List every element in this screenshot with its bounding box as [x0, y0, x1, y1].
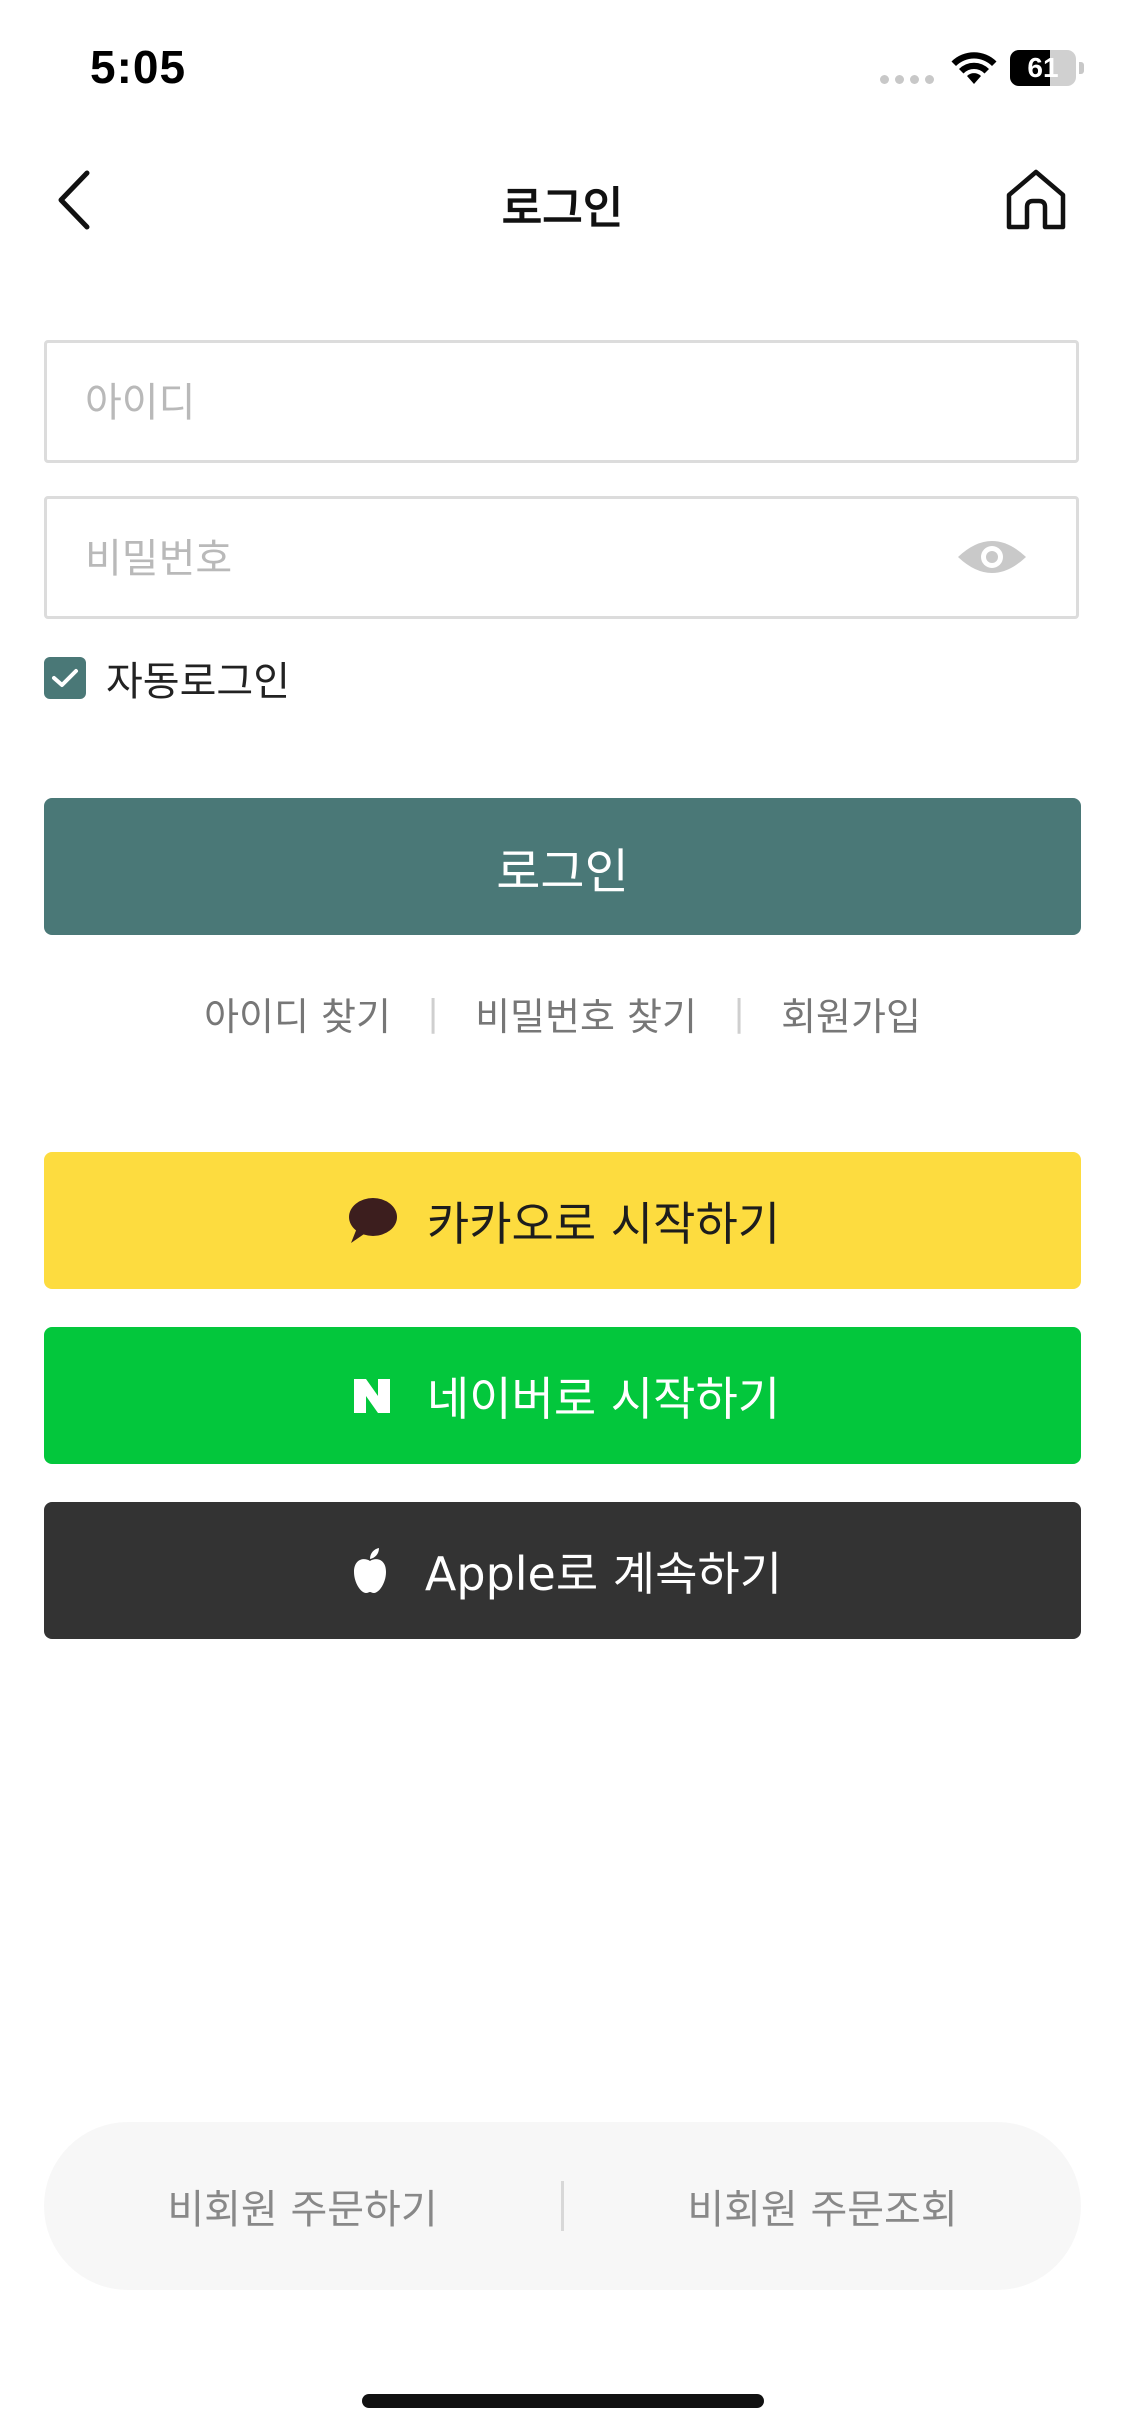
home-indicator	[362, 2394, 764, 2408]
home-button[interactable]	[996, 160, 1076, 240]
kakao-login-label: 카카오로 시작하기	[426, 1196, 781, 1251]
header: 로그인	[0, 140, 1125, 260]
password-field[interactable]	[44, 496, 1079, 619]
guest-bar: 비회원 주문하기 비회원 주문조회	[44, 2122, 1081, 2290]
eye-icon	[958, 541, 1026, 573]
naver-logo-icon	[345, 1369, 399, 1423]
checkbox-checked[interactable]	[44, 657, 86, 699]
apple-login-label: Apple로 계속하기	[424, 1546, 783, 1601]
naver-login-button[interactable]: 네이버로 시작하기	[44, 1327, 1081, 1464]
home-icon	[1006, 169, 1066, 230]
id-field[interactable]	[44, 340, 1079, 463]
naver-login-label: 네이버로 시작하기	[426, 1371, 781, 1426]
auto-login-label: 자동로그인	[106, 659, 290, 705]
link-separator: |	[426, 992, 440, 1034]
login-button[interactable]: 로그인	[44, 798, 1081, 935]
password-visibility-toggle[interactable]	[952, 529, 1032, 585]
kakao-login-button[interactable]: 카카오로 시작하기	[44, 1152, 1081, 1289]
battery-icon: 61	[1010, 50, 1084, 86]
kakao-talk-icon	[345, 1194, 399, 1248]
checkmark-icon	[52, 669, 78, 687]
signup-link[interactable]: 회원가입	[781, 986, 921, 1041]
cellular-signal-icon	[880, 75, 934, 84]
status-bar: 5:05 61	[0, 0, 1125, 140]
wifi-icon	[951, 52, 997, 84]
guest-order-button[interactable]: 비회원 주문하기	[44, 2177, 561, 2235]
guest-order-lookup-button[interactable]: 비회원 주문조회	[564, 2177, 1081, 2235]
apple-logo-icon	[343, 1544, 397, 1598]
link-separator: |	[732, 992, 746, 1034]
page-title: 로그인	[501, 183, 624, 234]
find-id-link[interactable]: 아이디 찾기	[204, 986, 391, 1041]
id-input[interactable]	[83, 343, 987, 462]
apple-login-button[interactable]: Apple로 계속하기	[44, 1502, 1081, 1639]
password-input[interactable]	[83, 499, 987, 618]
find-password-link[interactable]: 비밀번호 찾기	[475, 986, 697, 1041]
status-time: 5:05	[90, 41, 187, 93]
account-links: 아이디 찾기 | 비밀번호 찾기 | 회원가입	[0, 985, 1125, 1041]
auto-login-checkbox[interactable]: 자동로그인	[44, 656, 290, 705]
battery-level: 61	[1027, 52, 1059, 83]
